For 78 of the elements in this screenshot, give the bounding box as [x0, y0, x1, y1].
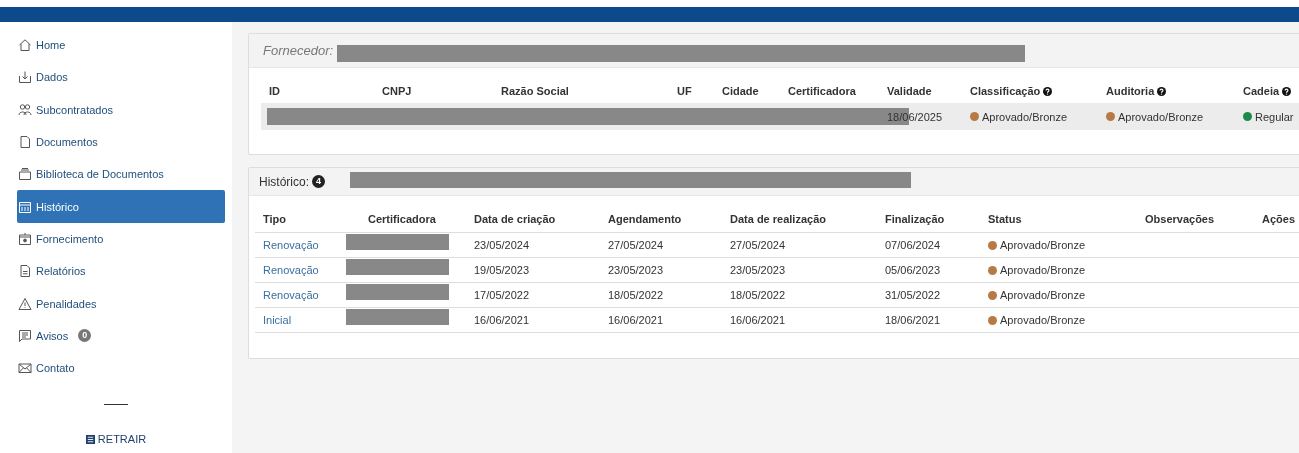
table-cell-text: 16/06/2021: [473, 314, 531, 326]
table-cell-text: 18/06/2021: [884, 314, 942, 326]
table-cell-text: 19/05/2023: [473, 264, 531, 276]
column-header: Agendamento: [607, 212, 683, 227]
box-icon: [18, 231, 32, 246]
warning-icon: [18, 296, 32, 311]
column-header: Status: [987, 212, 1023, 227]
message-icon: [18, 328, 32, 343]
table-cell-text: 23/05/2023: [607, 264, 665, 276]
sidebar-item[interactable]: Dados: [17, 61, 225, 94]
column-header: Tipo: [262, 212, 287, 227]
table-cell-text: 27/05/2024: [729, 239, 787, 251]
status-cell: Aprovado/Bronze: [980, 314, 1137, 326]
column-header: Data de realização: [729, 212, 827, 227]
column-header: ID: [268, 84, 281, 99]
history-label: Histórico:: [259, 174, 309, 189]
download-icon: [18, 70, 32, 85]
sidebar-item[interactable]: Avisos 0: [17, 319, 225, 352]
column-header: Classificação: [962, 79, 1098, 103]
column-header: Data de criação: [473, 212, 557, 227]
type-link[interactable]: Renovação: [263, 264, 319, 276]
supplier-label: Fornecedor:: [263, 43, 334, 58]
count-badge: 0: [78, 329, 92, 343]
sidebar-item[interactable]: Documentos: [17, 125, 225, 159]
sidebar-item[interactable]: Home: [17, 29, 225, 62]
type-link[interactable]: Inicial: [263, 314, 292, 326]
sidebar-item[interactable]: Biblioteca de Documentos: [17, 158, 225, 191]
calendar-icon: [18, 199, 32, 214]
help-icon[interactable]: [1157, 86, 1167, 96]
sidebar-item[interactable]: Contato: [17, 351, 225, 385]
table-cell-text: 18/05/2022: [729, 289, 787, 301]
home-icon: [18, 38, 32, 53]
status-cell: Aprovado/Bronze: [1098, 110, 1235, 123]
envelope-icon: [18, 361, 32, 376]
archive-icon: [18, 167, 32, 182]
sidebar-item[interactable]: Relatórios: [17, 255, 225, 288]
status-cell: Regular: [1235, 110, 1299, 123]
collapse-button[interactable]: RETRAIR: [81, 431, 151, 448]
column-header: UF: [676, 84, 693, 99]
table-cell-text: 31/05/2022: [884, 289, 942, 301]
column-header: Cadeia: [1235, 79, 1299, 103]
table-cell-text: 07/06/2024: [884, 239, 942, 251]
sidebar-item[interactable]: Fornecimento: [17, 222, 225, 256]
table-cell-text: 17/05/2022: [473, 289, 531, 301]
type-link[interactable]: Renovação: [263, 289, 319, 301]
column-header: Observações: [1144, 212, 1216, 227]
table-cell-text: 16/06/2021: [729, 314, 787, 326]
document-icon: [18, 135, 32, 150]
column-header: Razão Social: [500, 84, 570, 99]
list-icon: [85, 434, 95, 444]
column-header: Certificadora: [787, 84, 857, 99]
column-header: Cidade: [721, 84, 760, 99]
column-header: Auditoria: [1098, 79, 1235, 103]
status-cell: Aprovado/Bronze: [980, 289, 1137, 301]
status-cell: Aprovado/Bronze: [980, 264, 1137, 276]
people-icon: [18, 102, 32, 117]
count-badge: 4: [312, 175, 326, 188]
status-cell: Aprovado/Bronze: [980, 239, 1137, 251]
table-cell-text: 18/05/2022: [607, 289, 665, 301]
table-cell-text: 16/06/2021: [607, 314, 665, 326]
help-icon[interactable]: [1043, 86, 1053, 96]
help-icon[interactable]: [1282, 86, 1292, 96]
table-cell-text: 23/05/2023: [729, 264, 787, 276]
report-icon: [18, 264, 32, 279]
column-header: Finalização: [884, 212, 946, 227]
table-cell-text: 18/06/2025: [886, 110, 944, 123]
sidebar-item[interactable]: Histórico: [17, 190, 225, 223]
sidebar-item[interactable]: Penalidades: [17, 287, 225, 320]
column-header: CNPJ: [381, 84, 413, 99]
column-header: Validade: [886, 84, 933, 99]
column-header: Certificadora: [367, 212, 437, 227]
type-link[interactable]: Renovação: [263, 239, 319, 251]
column-header: Ações: [1261, 212, 1297, 227]
table-cell-text: 05/06/2023: [884, 264, 942, 276]
status-cell: Aprovado/Bronze: [962, 110, 1098, 123]
table-cell-text: 23/05/2024: [473, 239, 531, 251]
table-cell-text: 27/05/2024: [607, 239, 665, 251]
sidebar-item[interactable]: Subcontratados: [17, 93, 225, 126]
